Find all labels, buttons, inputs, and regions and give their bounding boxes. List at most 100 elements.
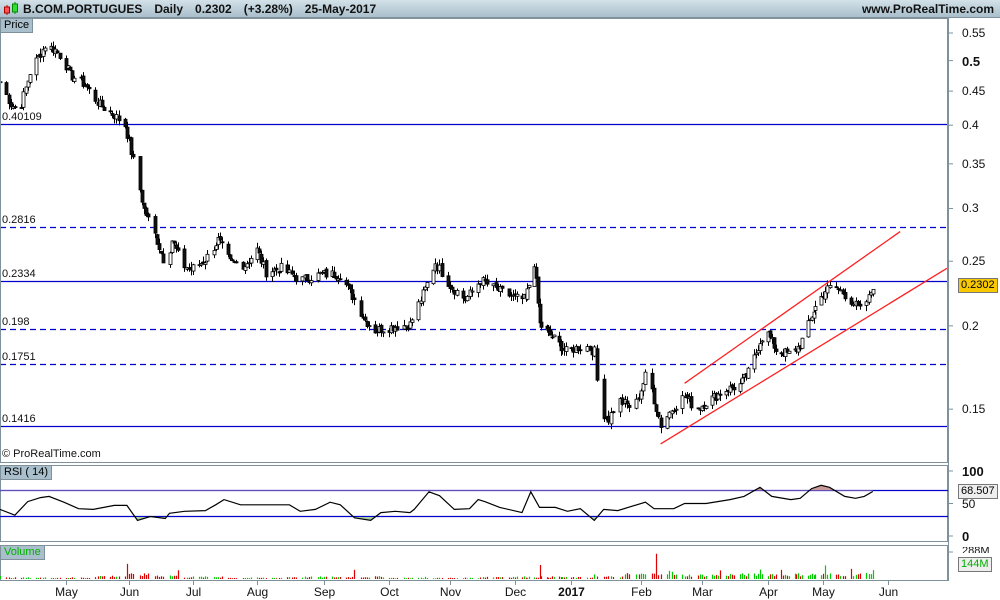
- volume-value-tag: 144M: [958, 557, 992, 572]
- candle-body: [363, 316, 368, 321]
- candle-body: [157, 243, 162, 250]
- candle-body: [172, 240, 177, 244]
- candle-body: [129, 137, 134, 155]
- candle-body: [843, 292, 848, 300]
- volume-panel: [0, 545, 948, 581]
- candle-body: [212, 250, 217, 256]
- candle-body: [191, 264, 196, 272]
- candle-body: [279, 262, 284, 272]
- price-tick-label: 0.45: [962, 84, 986, 99]
- x-tick-label: Jul: [185, 585, 202, 599]
- candle-body: [226, 243, 231, 255]
- candle-body: [779, 352, 784, 355]
- x-tick-label: Mar: [692, 585, 713, 599]
- candle-body: [404, 325, 409, 328]
- candle-body: [578, 349, 583, 352]
- candle-body: [674, 408, 679, 411]
- candle-body: [320, 272, 325, 275]
- price-tick-label: 0.2: [962, 318, 979, 333]
- candle-body: [465, 296, 470, 302]
- candle-body: [851, 303, 856, 306]
- candle-body: [131, 153, 136, 158]
- x-tick-label: Dec: [504, 585, 527, 599]
- candle-body: [305, 274, 310, 282]
- chart-canvas: [0, 18, 953, 585]
- candle-body: [81, 75, 86, 87]
- candle-body: [245, 263, 250, 268]
- candle-body: [689, 396, 694, 409]
- price-tick-label: 0.3: [962, 201, 979, 216]
- candle-body: [772, 337, 777, 349]
- candle-body: [205, 253, 210, 262]
- x-tick-label: Oct: [380, 585, 399, 599]
- candle-body: [787, 350, 792, 354]
- volume-panel-label: Volume: [0, 545, 45, 560]
- candle-body: [625, 400, 630, 405]
- candle-body: [838, 289, 843, 292]
- candle-body: [704, 405, 709, 409]
- candle-body: [123, 118, 128, 128]
- candle-body: [100, 99, 105, 108]
- candle-body: [592, 346, 597, 357]
- candle-body: [93, 89, 98, 102]
- x-tick-label: Jun: [878, 585, 899, 599]
- x-tick-label: Feb: [631, 585, 652, 599]
- candle-body: [309, 280, 314, 284]
- level-label: 0.2334: [2, 267, 36, 280]
- candle-body: [108, 110, 113, 113]
- candle-body: [656, 411, 661, 418]
- candle-body: [4, 82, 9, 95]
- candle-body: [760, 340, 765, 343]
- candle-body: [672, 410, 677, 413]
- candle-body: [650, 372, 655, 390]
- candle-body: [585, 346, 590, 352]
- candle-body: [294, 275, 299, 282]
- candle-body: [718, 393, 723, 396]
- x-tick-label: Nov: [439, 585, 462, 599]
- candle-body: [146, 213, 151, 218]
- x-tick-label: Jun: [119, 585, 140, 599]
- candle-body: [858, 303, 863, 307]
- candle-body: [476, 283, 481, 293]
- price-tick-label: 0.35: [962, 156, 986, 171]
- candle-body: [182, 248, 187, 269]
- candle-body: [864, 301, 869, 306]
- candle-body: [539, 321, 544, 328]
- candle-body: [55, 50, 60, 54]
- candle-body: [220, 241, 225, 244]
- candle-body: [13, 106, 18, 108]
- candle-body: [548, 329, 553, 336]
- candle-body: [525, 288, 530, 300]
- candle-body: [425, 282, 430, 288]
- candle-body: [38, 53, 43, 58]
- candle-body: [261, 261, 266, 265]
- candle-body: [738, 383, 743, 392]
- candle-body: [455, 290, 460, 296]
- candle-body: [627, 404, 632, 408]
- candle-body: [381, 331, 386, 334]
- candle-body: [58, 52, 63, 59]
- candle-body: [72, 77, 77, 82]
- candle-body: [348, 284, 353, 290]
- candle-body: [595, 348, 600, 381]
- level-label: 0.198: [2, 315, 30, 328]
- candle-body: [249, 258, 254, 264]
- candle-body: [264, 260, 269, 278]
- candle-body: [768, 330, 773, 338]
- candle-body: [806, 320, 811, 338]
- candle-body: [754, 352, 759, 355]
- candle-body: [828, 285, 833, 289]
- candle-body: [654, 404, 659, 412]
- x-tick-label: Sep: [313, 585, 336, 599]
- candle-body: [536, 276, 541, 304]
- candle-body: [756, 350, 761, 354]
- candle-body: [338, 278, 343, 281]
- candle-body: [287, 269, 292, 273]
- x-tick-label: May: [812, 585, 835, 599]
- candle-body: [478, 283, 483, 285]
- x-tick-label: Aug: [246, 585, 269, 599]
- candle-body: [257, 248, 262, 254]
- candle-body: [214, 245, 219, 250]
- candle-body: [155, 234, 160, 245]
- candle-body: [176, 247, 181, 251]
